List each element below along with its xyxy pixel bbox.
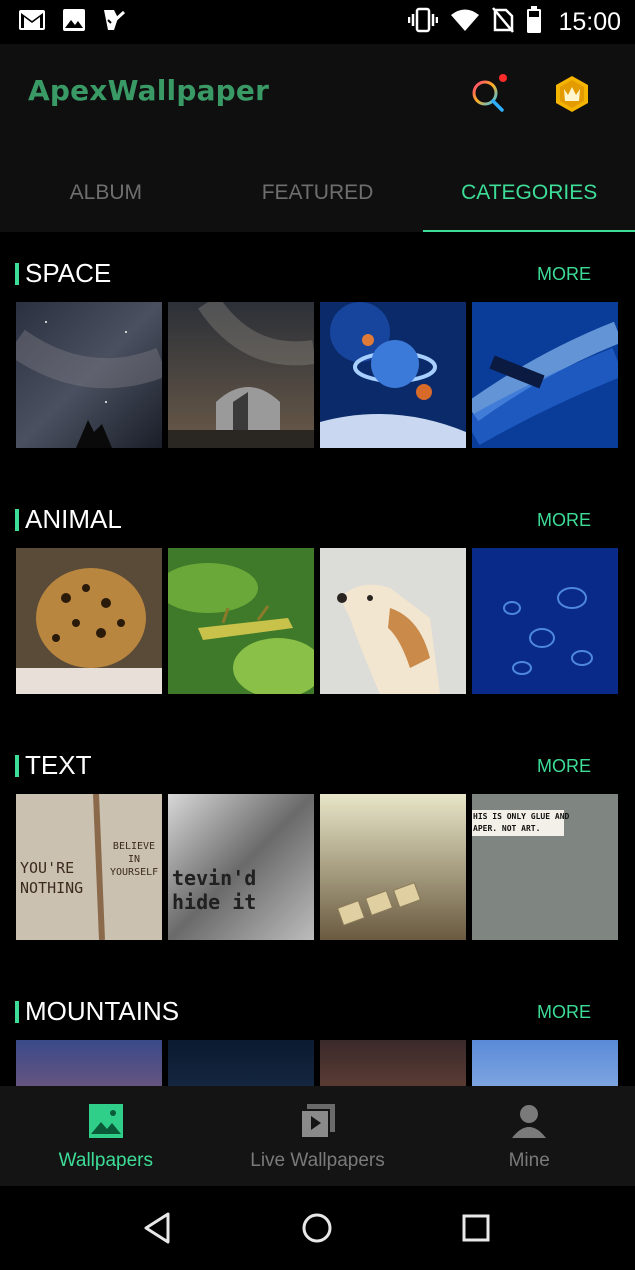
nebula-image — [472, 302, 618, 448]
search-button[interactable] — [468, 74, 508, 114]
image-icon — [62, 8, 86, 37]
wallpaper-thumbnail[interactable]: YOU'RE NOTHING BELIEVE IN YOURSELF — [16, 794, 162, 940]
tab-featured[interactable]: FEATURED — [212, 154, 424, 232]
category-section-space: SPACE MORE — [0, 232, 635, 478]
section-title: TEXT — [25, 750, 92, 780]
section-accent-bar — [15, 1001, 19, 1023]
battery-icon — [526, 6, 542, 39]
live-wallpaper-icon — [299, 1104, 335, 1139]
tab-categories[interactable]: CATEGORIES — [423, 154, 635, 232]
section-header: SPACE MORE — [15, 258, 619, 292]
nav-label: Live Wallpapers — [250, 1150, 385, 1171]
burlap-caption-right: BELIEVE IN YOURSELF — [110, 841, 159, 878]
more-button[interactable]: MORE — [537, 756, 591, 777]
app-bar: ApexWallpaper ALBUM FEATURED CATEGORIES — [0, 44, 635, 232]
nav-mine[interactable]: Mine — [423, 1086, 635, 1186]
nav-live-wallpapers[interactable]: Live Wallpapers — [212, 1086, 424, 1186]
section-title: SPACE — [25, 258, 112, 288]
search-icon — [472, 74, 507, 112]
wallpaper-thumbnail[interactable] — [16, 302, 162, 448]
status-bar: 15:00 — [0, 0, 635, 44]
section-title: MOUNTAINS — [25, 996, 180, 1026]
section-accent-bar — [15, 509, 19, 531]
section-header: TEXT MORE — [15, 750, 619, 784]
section-accent-bar — [15, 755, 19, 777]
home-icon[interactable] — [299, 1210, 335, 1246]
gmail-icon — [18, 9, 46, 36]
wallpaper-thumbnail[interactable] — [472, 302, 618, 448]
wallpaper-thumbnail[interactable] — [320, 794, 466, 940]
section-accent-bar — [15, 263, 19, 285]
app-title: ApexWallpaper — [28, 74, 270, 107]
vip-button[interactable] — [552, 74, 592, 114]
section-header: MOUNTAINS MORE — [15, 996, 619, 1030]
wallpaper-thumbnail[interactable] — [320, 302, 466, 448]
tab-bar: ALBUM FEATURED CATEGORIES — [0, 154, 635, 232]
nav-label: Wallpapers — [58, 1150, 153, 1171]
section-title: ANIMAL — [25, 504, 122, 534]
leopard-image — [16, 548, 162, 694]
wallpaper-thumbnail[interactable] — [168, 302, 314, 448]
wallpaper-thumbnail[interactable] — [168, 1040, 314, 1086]
wallpaper-thumbnail[interactable] — [168, 548, 314, 694]
wallpaper-thumbnail[interactable] — [16, 1040, 162, 1086]
back-icon[interactable] — [140, 1210, 176, 1246]
recents-icon[interactable] — [458, 1210, 494, 1246]
category-section-text: TEXT MORE YOU'RE NOTHING BELIEVE IN YOUR… — [0, 724, 635, 970]
status-time: 15:00 — [558, 8, 621, 36]
wallpaper-thumbnail[interactable] — [16, 548, 162, 694]
more-button[interactable]: MORE — [537, 264, 591, 285]
tab-album[interactable]: ALBUM — [0, 154, 212, 232]
category-list[interactable]: SPACE MORE ANIMAL MORE TEXT MORE YOU'RE … — [0, 232, 635, 1086]
image-icon — [88, 1104, 123, 1138]
sticker-caption-line-1: HIS IS ONLY GLUE AND — [473, 812, 570, 821]
wifi-icon — [450, 8, 480, 37]
planets-image — [320, 302, 466, 448]
nav-wallpapers[interactable]: Wallpapers — [0, 1086, 212, 1186]
bottom-navigation: Wallpapers Live Wallpapers Mine — [0, 1086, 635, 1186]
system-navigation-bar — [0, 1186, 635, 1270]
wallpaper-thumbnail[interactable] — [472, 548, 618, 694]
nav-label: Mine — [508, 1150, 550, 1171]
no-sim-icon — [492, 7, 515, 38]
more-button[interactable]: MORE — [537, 510, 591, 531]
scrabble-tiles-image — [320, 794, 466, 940]
observatory-image — [168, 302, 314, 448]
sticker-caption-line-2: APER. NOT ART. — [473, 824, 541, 833]
wallpaper-thumbnail[interactable]: HIS IS ONLY GLUE AND APER. NOT ART. — [472, 794, 618, 940]
category-section-mountains: MOUNTAINS MORE — [0, 970, 635, 1086]
category-section-animal: ANIMAL MORE — [0, 478, 635, 724]
person-icon — [512, 1105, 547, 1138]
dog-image — [320, 548, 466, 694]
grasshoppers-image — [168, 548, 314, 694]
crown-badge-icon — [556, 76, 588, 112]
wallpaper-thumbnail[interactable]: tevin'd hide it — [168, 794, 314, 940]
wallpaper-thumbnail[interactable] — [472, 1040, 618, 1086]
milky-way-image — [16, 302, 162, 448]
wallpaper-thumbnail[interactable] — [320, 1040, 466, 1086]
vibrate-icon — [408, 7, 439, 38]
check-flag-icon — [102, 8, 126, 37]
glass-caption: tevin'd hide it — [172, 866, 257, 914]
burlap-caption-left: YOU'RE NOTHING — [20, 859, 84, 897]
wallpaper-thumbnail[interactable] — [320, 548, 466, 694]
section-header: ANIMAL MORE — [15, 504, 619, 538]
more-button[interactable]: MORE — [537, 1002, 591, 1023]
jellyfish-image — [472, 548, 618, 694]
